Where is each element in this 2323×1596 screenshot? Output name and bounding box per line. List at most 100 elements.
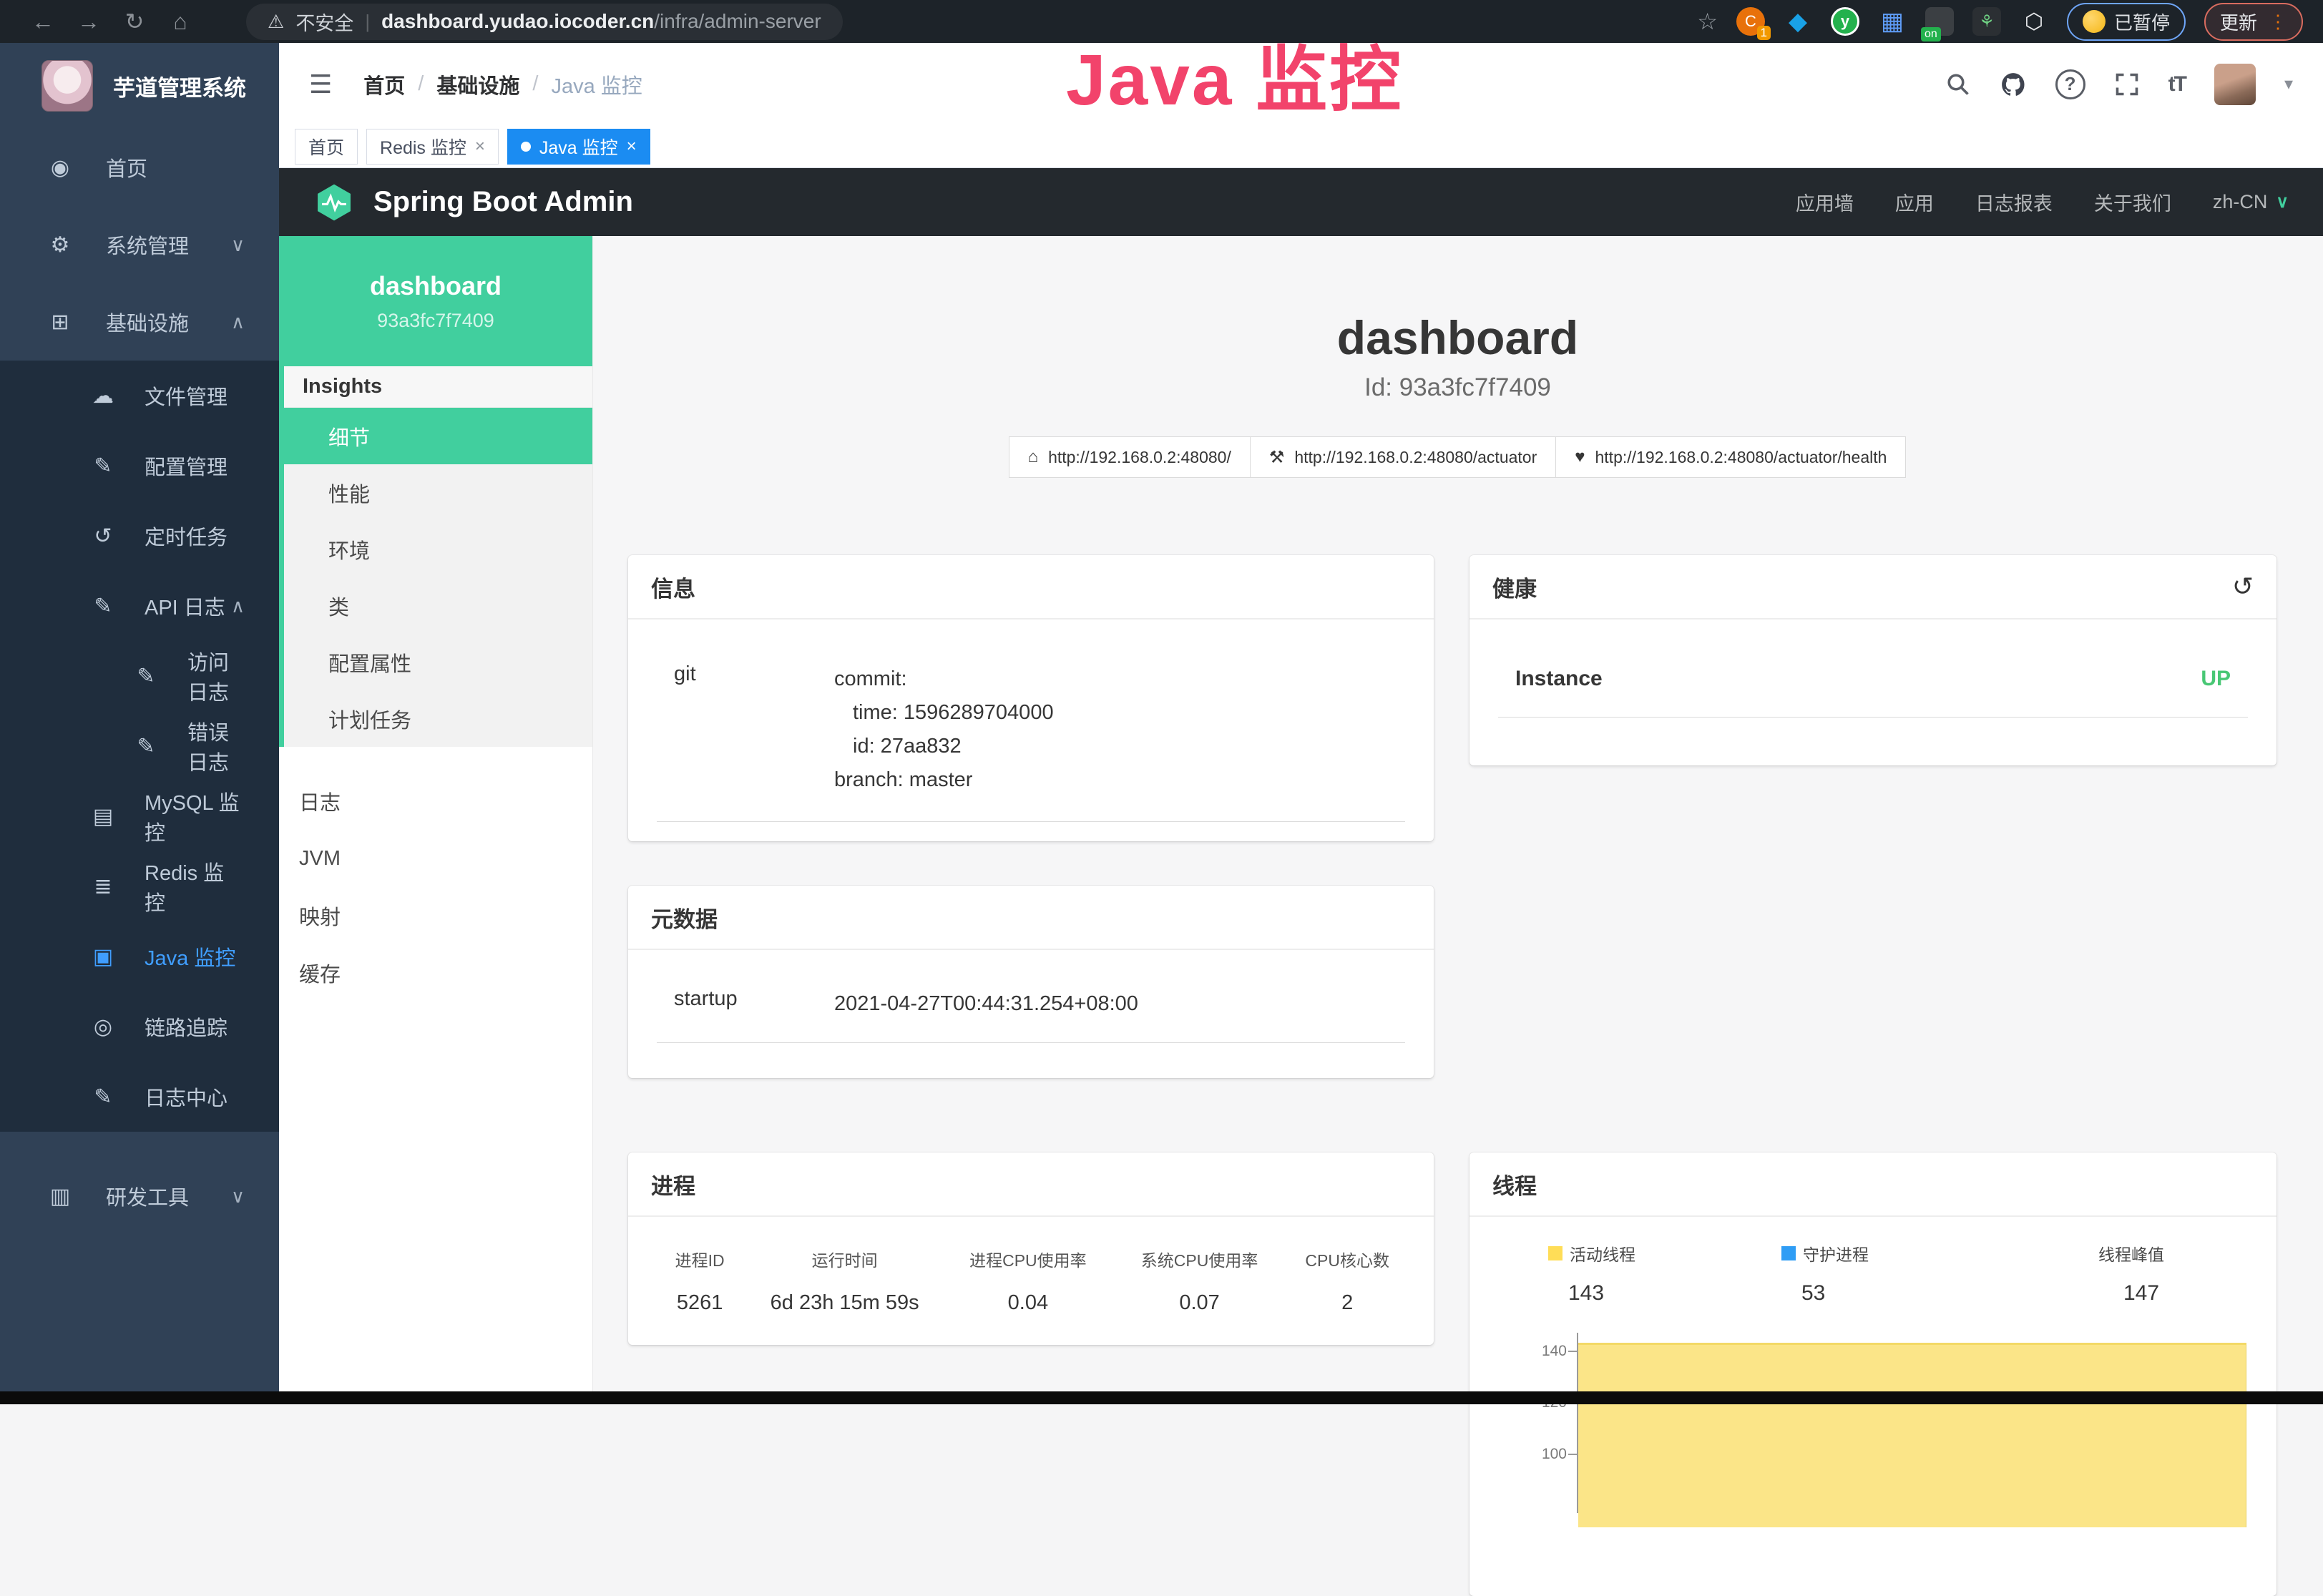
sba-nav-journal[interactable]: 日志报表	[1975, 188, 2053, 216]
sidebar-item-tracing[interactable]: ◎ 链路追踪	[0, 992, 279, 1062]
infrastructure-icon: ⊞	[44, 310, 76, 335]
fullscreen-icon[interactable]	[2114, 72, 2140, 97]
browser-forward-button[interactable]: →	[66, 9, 112, 35]
tab-redis-monitor[interactable]: Redis 监控 ×	[366, 129, 499, 165]
sba-item-details[interactable]: 细节	[284, 408, 592, 464]
toolbox-icon: ▥	[44, 1184, 76, 1209]
sba-group-label: Insights	[284, 366, 592, 408]
browser-reload-button[interactable]: ↻	[112, 8, 157, 35]
browser-menu-icon[interactable]: ⋮	[2269, 11, 2287, 33]
cloud-upload-icon: ☁	[87, 383, 119, 408]
extensions-puzzle-icon[interactable]: ⬡	[2020, 7, 2048, 36]
ytick-140: 140	[1507, 1343, 1567, 1360]
sidebar-item-error-log[interactable]: ✎ 错误日志	[0, 711, 279, 781]
sba-item-metrics[interactable]: 性能	[284, 464, 592, 521]
sba-nav-applications[interactable]: 应用	[1895, 188, 1934, 216]
breadcrumb-infra[interactable]: 基础设施	[436, 69, 519, 99]
hamburger-icon[interactable]: ☰	[309, 69, 332, 99]
bottom-screen-edge	[0, 1391, 2323, 1404]
sba-item-config-props[interactable]: 配置属性	[284, 634, 592, 690]
endpoint-root-link[interactable]: ⌂ http://192.168.0.2:48080/	[1009, 436, 1251, 478]
sidebar-item-home[interactable]: ◉ 首页	[0, 129, 279, 206]
profile-paused-chip[interactable]: 已暂停	[2067, 3, 2186, 41]
instance-name: dashboard	[370, 271, 502, 301]
sba-item-loggers[interactable]: 日志	[279, 773, 592, 830]
github-icon[interactable]	[2000, 71, 2027, 98]
sba-item-jvm[interactable]: JVM	[279, 830, 592, 887]
close-icon[interactable]: ×	[475, 137, 485, 157]
help-icon[interactable]: ?	[2055, 69, 2085, 99]
sba-item-mappings[interactable]: 映射	[279, 887, 592, 944]
sba-item-scheduled-tasks[interactable]: 计划任务	[284, 690, 592, 747]
update-button[interactable]: 更新 ⋮	[2204, 3, 2303, 41]
health-instance-row[interactable]: Instance UP	[1498, 637, 2248, 718]
metadata-card-title: 元数据	[628, 886, 1434, 950]
live-threads-area-series	[1578, 1343, 2246, 1527]
cpu-cores-value: 2	[1285, 1278, 1409, 1328]
extension-on-icon[interactable]: on	[1925, 7, 1954, 36]
search-icon[interactable]	[1945, 72, 1971, 97]
sba-nav-about[interactable]: 关于我们	[2094, 188, 2171, 216]
extension-y-icon[interactable]: y	[1831, 7, 1859, 36]
address-bar[interactable]: ⚠ 不安全 | dashboard.yudao.iocoder.cn/infra…	[246, 4, 843, 40]
endpoint-actuator-link[interactable]: ⚒ http://192.168.0.2:48080/actuator	[1250, 436, 1556, 478]
sba-content: dashboard Id: 93a3fc7f7409 ⌂ http://192.…	[592, 236, 2323, 1391]
health-card-title: 健康	[1492, 571, 1537, 603]
app-logo-row[interactable]: 芋道管理系统	[0, 43, 279, 129]
sidebar-item-access-log[interactable]: ✎ 访问日志	[0, 641, 279, 711]
sba-instance-header[interactable]: dashboard 93a3fc7f7409	[279, 236, 592, 366]
wrench-icon: ⚒	[1269, 447, 1285, 468]
sba-brand[interactable]: Spring Boot Admin	[373, 186, 633, 218]
browser-home-button[interactable]: ⌂	[157, 9, 203, 35]
sidebar-item-mysql-monitor[interactable]: ▤ MySQL 监控	[0, 781, 279, 851]
metadata-card: 元数据 startup 2021-04-27T00:44:31.254+08:0…	[628, 886, 1434, 1078]
user-avatar[interactable]	[2214, 64, 2256, 105]
security-label[interactable]: 不安全	[295, 8, 353, 36]
git-commit-id: id: 27aa832	[834, 730, 1054, 763]
threads-chart: 140 120 100	[1469, 1327, 2276, 1484]
extension-icon-orange[interactable]: C1	[1736, 7, 1765, 36]
yellow-swatch-icon	[1548, 1246, 1562, 1260]
sidebar-item-config-mgmt[interactable]: ✎ 配置管理	[0, 431, 279, 501]
extension-pin-icon[interactable]: ◆	[1784, 7, 1812, 36]
breadcrumb-home[interactable]: 首页	[363, 69, 405, 99]
history-icon: ↺	[87, 524, 119, 549]
font-size-icon[interactable]: tT	[2168, 72, 2186, 97]
tab-java-monitor[interactable]: Java 监控 ×	[507, 129, 650, 165]
database-icon: ▤	[87, 804, 119, 829]
eye-icon: ◎	[87, 1014, 119, 1039]
ytick-100: 100	[1507, 1446, 1567, 1463]
sidebar-item-infra[interactable]: ⊞ 基础设施 ∧	[0, 283, 279, 361]
extension-grid-icon[interactable]: ▦	[1878, 7, 1907, 36]
sba-item-environment[interactable]: 环境	[284, 521, 592, 577]
extension-leaf-icon[interactable]: ⚘	[1972, 7, 2001, 36]
sidebar-item-dev-tools[interactable]: ▥ 研发工具 ∨	[0, 1157, 279, 1235]
sidebar-item-file-mgmt[interactable]: ☁ 文件管理	[0, 361, 279, 431]
bookmark-star-icon[interactable]: ☆	[1697, 8, 1718, 35]
sidebar-item-redis-monitor[interactable]: ≣ Redis 监控	[0, 851, 279, 921]
git-branch: branch: master	[834, 763, 1054, 797]
sidebar-item-label: 系统管理	[106, 230, 189, 260]
close-icon[interactable]: ×	[627, 137, 637, 157]
sidebar-item-log-center[interactable]: ✎ 日志中心	[0, 1062, 279, 1132]
sidebar-item-scheduled-jobs[interactable]: ↺ 定时任务	[0, 501, 279, 571]
sba-locale-select[interactable]: zh-CN ∨	[2213, 191, 2289, 213]
history-icon[interactable]: ↺	[2232, 572, 2254, 602]
sba-item-caches[interactable]: 缓存	[279, 944, 592, 1002]
tab-home[interactable]: 首页	[295, 129, 358, 165]
sidebar-item-system[interactable]: ⚙ 系统管理 ∨	[0, 206, 279, 283]
sba-item-classes[interactable]: 类	[284, 577, 592, 634]
app-title: 芋道管理系统	[113, 70, 246, 102]
log-icon: ✎	[87, 594, 119, 619]
metadata-key: startup	[657, 987, 834, 1021]
sidebar-item-api-log[interactable]: ✎ API 日志 ∧	[0, 571, 279, 641]
sba-nav-wallboard[interactable]: 应用墙	[1796, 188, 1854, 216]
sidebar-item-label: 链路追踪	[145, 1012, 228, 1042]
sba-insights-group: Insights 细节 性能 环境 类 配置属性 计划任务	[279, 366, 592, 747]
sidebar-item-java-monitor[interactable]: ▣ Java 监控	[0, 921, 279, 992]
avatar-caret-icon[interactable]: ▾	[2284, 74, 2293, 94]
endpoint-health-link[interactable]: ♥ http://192.168.0.2:48080/actuator/heal…	[1555, 436, 1906, 478]
col-system-cpu: 系统CPU使用率	[1114, 1235, 1286, 1278]
browser-back-button[interactable]: ←	[20, 9, 66, 35]
blue-swatch-icon	[1781, 1246, 1796, 1260]
